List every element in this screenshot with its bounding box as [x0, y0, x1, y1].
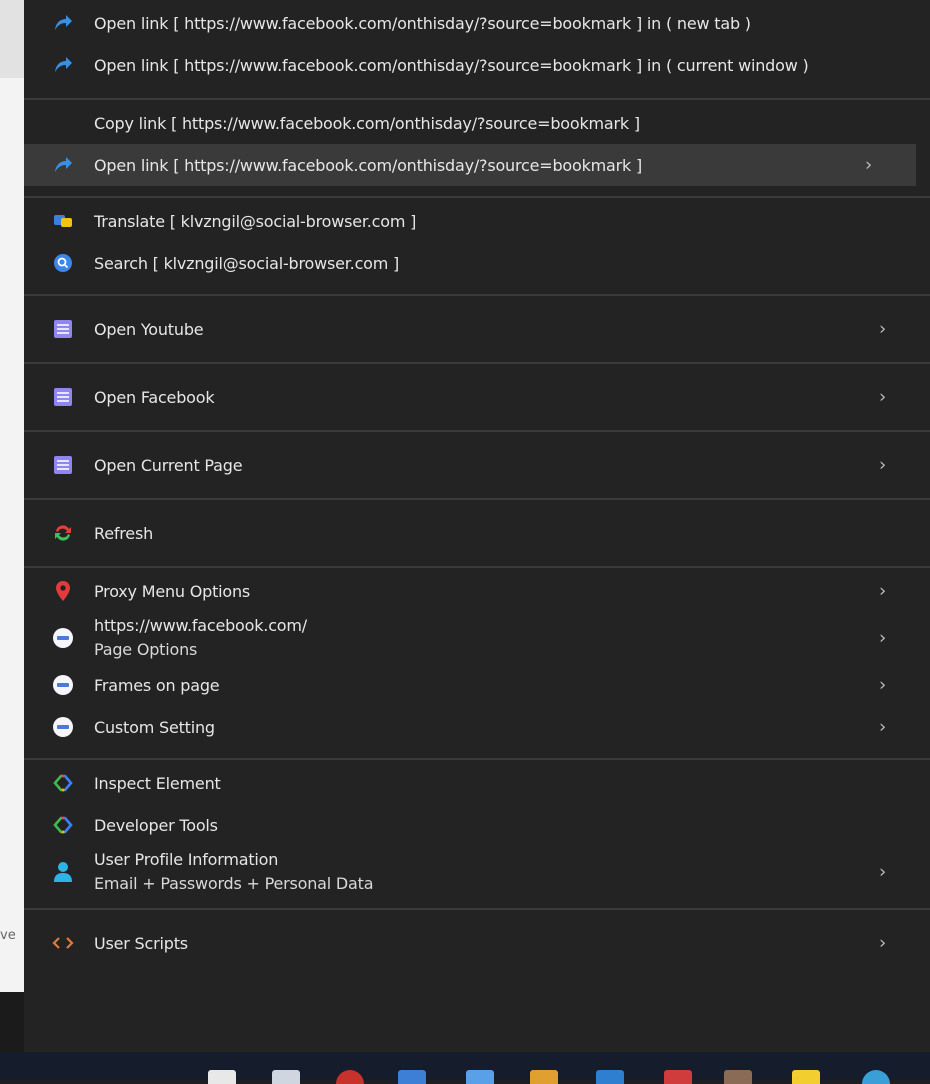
code-icon	[52, 932, 74, 954]
taskbar-app-icon[interactable]	[724, 1070, 752, 1084]
menu-item-text: User Profile Information Email + Password…	[94, 848, 374, 896]
window-icon	[52, 454, 74, 476]
background-toolbar	[0, 0, 24, 78]
taskbar-app-icon[interactable]	[208, 1070, 236, 1084]
menu-item-label: Inspect Element	[94, 773, 221, 793]
taskbar-app-icon[interactable]	[862, 1070, 890, 1084]
menu-item-label: User Profile Information	[94, 850, 279, 869]
background-page-text: ve	[0, 928, 16, 943]
menu-item-custom-setting[interactable]: Custom Setting ›	[24, 706, 930, 748]
share-arrow-icon	[52, 154, 74, 176]
menu-item-label: User Scripts	[94, 933, 188, 953]
globe-icon	[52, 716, 74, 738]
chevron-right-icon: ›	[879, 580, 886, 602]
taskbar-app-icon[interactable]	[398, 1070, 426, 1084]
background-page: ve	[0, 0, 24, 992]
menu-group: Proxy Menu Options › https://www.facebook.…	[24, 568, 930, 760]
chevron-right-icon: ›	[865, 154, 872, 176]
menu-item-translate[interactable]: Translate [ klvzngil@social-browser.com …	[24, 200, 930, 242]
menu-item-frames-on-page[interactable]: Frames on page ›	[24, 664, 930, 706]
menu-group: Open link [ https://www.facebook.com/ont…	[24, 0, 930, 100]
chevron-right-icon: ›	[879, 674, 886, 696]
menu-item-label: Open link [ https://www.facebook.com/ont…	[94, 13, 751, 33]
menu-item-label: Open link [ https://www.facebook.com/ont…	[94, 55, 809, 75]
menu-item-label: Open Current Page	[94, 455, 243, 475]
menu-item-proxy-menu-options[interactable]: Proxy Menu Options ›	[24, 570, 930, 612]
chevron-right-icon: ›	[879, 454, 886, 476]
menu-item-label: Copy link [ https://www.facebook.com/ont…	[94, 113, 640, 133]
share-arrow-icon	[52, 54, 74, 76]
menu-item-inspect-element[interactable]: Inspect Element	[24, 762, 930, 804]
menu-item-user-scripts[interactable]: User Scripts ›	[24, 922, 930, 964]
chevron-right-icon: ›	[879, 627, 886, 649]
menu-item-developer-tools[interactable]: Developer Tools	[24, 804, 930, 846]
window-icon	[52, 318, 74, 340]
menu-item-open-current-page[interactable]: Open Current Page ›	[24, 444, 930, 486]
menu-item-open-link-in-new-tab[interactable]: Open link [ https://www.facebook.com/ont…	[24, 2, 930, 44]
taskbar-app-icon[interactable]	[272, 1070, 300, 1084]
user-icon	[52, 861, 74, 883]
menu-item-label: Refresh	[94, 523, 154, 543]
location-pin-icon	[52, 580, 74, 602]
translate-icon	[52, 210, 74, 232]
menu-item-open-link[interactable]: Open link [ https://www.facebook.com/ont…	[24, 144, 916, 186]
menu-item-open-link-in-current-window[interactable]: Open link [ https://www.facebook.com/ont…	[24, 44, 930, 86]
refresh-icon	[52, 522, 74, 544]
menu-item-label: Developer Tools	[94, 815, 218, 835]
taskbar-app-icon[interactable]	[596, 1070, 624, 1084]
chevron-right-icon: ›	[879, 861, 886, 883]
menu-item-label: Translate [ klvzngil@social-browser.com …	[94, 211, 417, 231]
menu-item-search[interactable]: Search [ klvzngil@social-browser.com ]	[24, 242, 930, 284]
menu-group: Open Youtube ›	[24, 296, 930, 364]
menu-item-https-www-facebook-com[interactable]: https://www.facebook.com/Page Options ›	[24, 612, 930, 664]
taskbar-app-icon[interactable]	[530, 1070, 558, 1084]
menu-item-open-facebook[interactable]: Open Facebook ›	[24, 376, 930, 418]
taskbar-app-icon[interactable]	[792, 1070, 820, 1084]
globe-icon	[52, 674, 74, 696]
taskbar	[0, 1052, 930, 1084]
menu-item-sublabel: Email + Passwords + Personal Data	[94, 874, 374, 893]
search-icon	[52, 252, 74, 274]
menu-item-label: Frames on page	[94, 675, 220, 695]
window-icon	[52, 386, 74, 408]
devtools-icon	[52, 814, 74, 836]
menu-item-label: Proxy Menu Options	[94, 581, 251, 601]
taskbar-app-icon[interactable]	[466, 1070, 494, 1084]
menu-group: Inspect Element Developer Tools User Profi…	[24, 760, 930, 910]
menu-item-refresh[interactable]: Refresh	[24, 512, 930, 554]
menu-group: User Scripts ›	[24, 910, 930, 976]
taskbar-app-icon[interactable]	[336, 1070, 364, 1084]
menu-item-user-profile-information[interactable]: User Profile Information Email + Password…	[24, 846, 930, 898]
globe-icon	[52, 627, 74, 649]
menu-item-label: Custom Setting	[94, 717, 215, 737]
share-arrow-icon	[52, 12, 74, 34]
context-menu: Open link [ https://www.facebook.com/ont…	[24, 0, 930, 1052]
menu-item-copy-link[interactable]: Copy link [ https://www.facebook.com/ont…	[24, 102, 930, 144]
menu-group: Translate [ klvzngil@social-browser.com …	[24, 198, 930, 296]
chevron-right-icon: ›	[879, 716, 886, 738]
menu-item-sublabel: Page Options	[94, 640, 198, 659]
menu-item-label: Open Youtube	[94, 319, 204, 339]
menu-group: Copy link [ https://www.facebook.com/ont…	[24, 100, 930, 198]
chevron-right-icon: ›	[879, 318, 886, 340]
menu-item-label: Search [ klvzngil@social-browser.com ]	[94, 253, 400, 273]
menu-item-label: Open link [ https://www.facebook.com/ont…	[94, 155, 643, 175]
menu-item-text: https://www.facebook.com/Page Options	[94, 614, 307, 662]
chevron-right-icon: ›	[879, 932, 886, 954]
chevron-right-icon: ›	[879, 386, 886, 408]
menu-group: Open Current Page ›	[24, 432, 930, 500]
menu-item-label: https://www.facebook.com/	[94, 616, 307, 635]
devtools-icon	[52, 772, 74, 794]
taskbar-app-icon[interactable]	[664, 1070, 692, 1084]
menu-group: Open Facebook ›	[24, 364, 930, 432]
menu-item-open-youtube[interactable]: Open Youtube ›	[24, 308, 930, 350]
menu-group: Refresh	[24, 500, 930, 568]
menu-item-label: Open Facebook	[94, 387, 215, 407]
